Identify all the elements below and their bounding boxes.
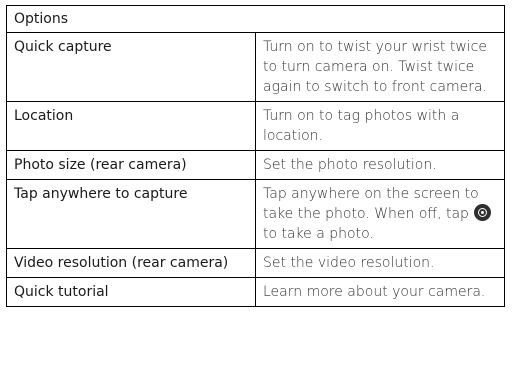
- option-description: Tap anywhere on the screen to take the p…: [255, 179, 505, 249]
- option-name: Location: [6, 101, 256, 151]
- table-row: Photo size (rear camera) Set the photo r…: [6, 150, 505, 180]
- table-header: Options: [6, 5, 505, 33]
- option-description: Turn on to tag photos with a location.: [255, 101, 505, 151]
- table-header-row: Options: [6, 5, 505, 33]
- table-row: Quick tutorial Learn more about your cam…: [6, 277, 505, 307]
- options-table: Options Quick capture Turn on to twist y…: [6, 5, 505, 307]
- table-row: Video resolution (rear camera) Set the v…: [6, 248, 505, 278]
- option-name: Quick tutorial: [6, 277, 256, 307]
- description-text-before-icon: Tap anywhere on the screen to take the p…: [263, 186, 479, 222]
- option-name: Photo size (rear camera): [6, 150, 256, 180]
- description-text-after-icon: to take a photo.: [263, 226, 374, 242]
- option-name: Video resolution (rear camera): [6, 248, 256, 278]
- table-row: Tap anywhere to capture Tap anywhere on …: [6, 179, 505, 249]
- camera-shutter-icon: [474, 204, 492, 221]
- option-description: Turn on to twist your wrist twice to tur…: [255, 32, 505, 102]
- option-name: Quick capture: [6, 32, 256, 102]
- option-description: Learn more about your camera.: [255, 277, 505, 307]
- option-description: Set the video resolution.: [255, 248, 505, 278]
- table-row: Quick capture Turn on to twist your wris…: [6, 32, 505, 102]
- table-row: Location Turn on to tag photos with a lo…: [6, 101, 505, 151]
- option-name: Tap anywhere to capture: [6, 179, 256, 249]
- option-description: Set the photo resolution.: [255, 150, 505, 180]
